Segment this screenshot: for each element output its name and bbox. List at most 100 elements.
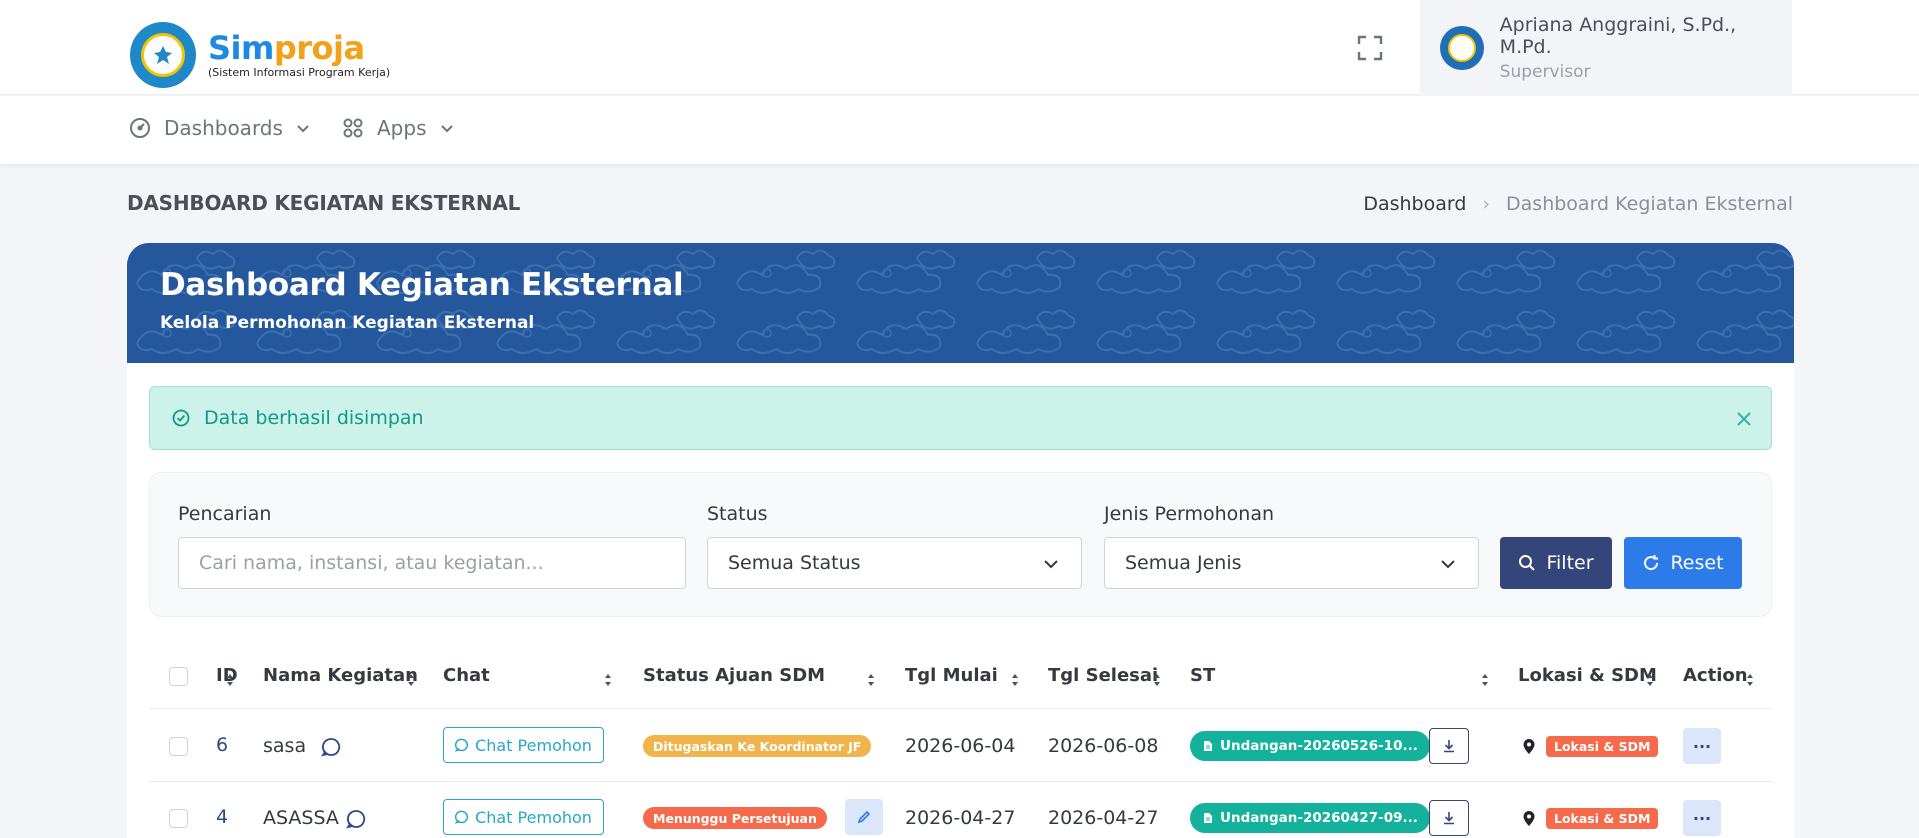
row-tgl-selesai: 2026-04-27 — [1048, 807, 1159, 829]
breadcrumb-separator-icon: › — [1482, 193, 1491, 215]
main-nav: Dashboards Apps — [0, 96, 1919, 164]
st-document-link[interactable]: Undangan-20260526-10... — [1190, 731, 1430, 761]
sort-icon[interactable] — [867, 673, 875, 687]
chevron-down-icon — [440, 125, 453, 133]
jenis-select[interactable]: Semua Jenis — [1104, 537, 1479, 589]
close-icon[interactable] — [1733, 408, 1755, 430]
download-icon — [1444, 740, 1454, 753]
st-document-label: Undangan-20260526-10... — [1220, 738, 1418, 754]
chevron-down-icon — [1441, 560, 1455, 569]
lokasi-sdm-link[interactable]: Lokasi & SDM — [1522, 736, 1659, 757]
filter-button-label: Filter — [1546, 552, 1594, 574]
logo[interactable]: Simproja (Sistem Informasi Program Kerja… — [130, 22, 390, 88]
document-icon — [1204, 813, 1212, 823]
document-icon — [1204, 741, 1212, 751]
chevron-down-icon — [1044, 560, 1058, 569]
filter-panel: Pencarian Cari nama, instansi, atau kegi… — [149, 472, 1772, 617]
jenis-select-value: Semua Jenis — [1125, 552, 1242, 574]
more-actions-button[interactable]: ··· — [1683, 728, 1721, 764]
jenis-label: Jenis Permohonan — [1104, 503, 1275, 525]
download-icon — [1444, 812, 1454, 825]
nav-apps[interactable]: Apps — [341, 116, 455, 140]
col-tgl-mulai[interactable]: Tgl Mulai — [905, 665, 998, 686]
st-document-label: Undangan-20260427-09... — [1220, 810, 1418, 826]
success-alert: Data berhasil disimpan — [149, 386, 1772, 450]
table-header: ID Nama Kegiatan Chat Status Ajuan SDM T… — [149, 643, 1772, 709]
banner-subtitle: Kelola Permohonan Kegiatan Eksternal — [160, 313, 535, 333]
reset-button[interactable]: Reset — [1624, 537, 1742, 589]
row-checkbox[interactable] — [169, 737, 188, 756]
nav-dashboards[interactable]: Dashboards — [128, 116, 311, 140]
breadcrumb-current: Dashboard Kegiatan Eksternal — [1506, 193, 1793, 215]
table-row: 6 sasa Chat Pemohon Ditugaskan Ke Koordi… — [149, 710, 1772, 782]
edit-status-button[interactable] — [845, 799, 883, 835]
row-tgl-selesai: 2026-06-08 — [1048, 735, 1159, 757]
banner: Dashboard Kegiatan Eksternal Kelola Perm… — [127, 243, 1794, 363]
chat-pemohon-label: Chat Pemohon — [475, 735, 592, 755]
lokasi-sdm-badge: Lokasi & SDM — [1546, 736, 1659, 757]
select-all-checkbox[interactable] — [169, 667, 188, 686]
breadcrumb-home[interactable]: Dashboard — [1363, 193, 1466, 215]
pencil-icon — [857, 810, 871, 824]
sort-icon[interactable] — [1011, 673, 1019, 687]
col-action[interactable]: Action — [1683, 665, 1748, 686]
sort-icon[interactable] — [407, 673, 415, 687]
user-role: Supervisor — [1499, 61, 1591, 82]
chat-icon — [455, 810, 469, 824]
download-button[interactable] — [1429, 728, 1469, 764]
alert-message: Data berhasil disimpan — [204, 407, 424, 429]
search-icon — [1519, 555, 1536, 571]
user-menu[interactable]: Apriana Anggraini, S.Pd., M.Pd. Supervis… — [1420, 0, 1792, 95]
logo-seal-icon — [130, 22, 196, 88]
main-card: Dashboard Kegiatan Eksternal Kelola Perm… — [127, 243, 1794, 838]
status-select-value: Semua Status — [728, 552, 861, 574]
st-document-link[interactable]: Undangan-20260427-09... — [1190, 803, 1430, 833]
col-lokasi-sdm[interactable]: Lokasi & SDM — [1518, 665, 1657, 686]
refresh-icon — [1644, 555, 1659, 571]
banner-title: Dashboard Kegiatan Eksternal — [160, 267, 684, 303]
avatar — [1440, 25, 1484, 70]
table-row: 4 ASASSA Chat Pemohon Menunggu Persetuju… — [149, 782, 1772, 838]
search-input[interactable]: Cari nama, instansi, atau kegiatan... — [178, 537, 686, 589]
status-badge: Ditugaskan Ke Koordinator JF — [643, 735, 872, 757]
chat-bubble-icon[interactable] — [345, 808, 367, 830]
col-chat[interactable]: Chat — [443, 665, 490, 686]
lokasi-sdm-link[interactable]: Lokasi & SDM — [1522, 808, 1659, 829]
user-name: Apriana Anggraini, S.Pd., M.Pd. — [1499, 13, 1737, 58]
sort-icon[interactable] — [1153, 673, 1161, 687]
sort-icon[interactable] — [1481, 673, 1489, 687]
reset-button-label: Reset — [1670, 552, 1724, 574]
filter-button[interactable]: Filter — [1500, 537, 1612, 589]
map-pin-icon — [1523, 810, 1535, 826]
col-tgl-selesai[interactable]: Tgl Selesai — [1048, 665, 1158, 686]
cloud-pattern-decoration — [127, 243, 1794, 363]
apps-grid-icon — [343, 118, 363, 138]
brand-subtitle: (Sistem Informasi Program Kerja) — [208, 66, 391, 79]
status-badge: Menunggu Persetujuan — [643, 807, 827, 829]
row-tgl-mulai: 2026-04-27 — [905, 807, 1016, 829]
sort-icon[interactable] — [1646, 673, 1654, 687]
check-circle-icon — [172, 409, 190, 427]
chat-pemohon-button[interactable]: Chat Pemohon — [443, 799, 604, 835]
row-nama: sasa — [263, 735, 307, 757]
page-title: DASHBOARD KEGIATAN EKSTERNAL — [127, 191, 521, 215]
brand-name: Simproja — [208, 29, 365, 67]
chat-bubble-icon[interactable] — [320, 736, 342, 758]
sort-icon[interactable] — [604, 673, 612, 687]
status-select[interactable]: Semua Status — [707, 537, 1082, 589]
chat-pemohon-button[interactable]: Chat Pemohon — [443, 727, 604, 763]
row-id[interactable]: 4 — [216, 806, 228, 828]
row-checkbox[interactable] — [169, 809, 188, 828]
fullscreen-icon[interactable] — [1355, 33, 1385, 63]
map-pin-icon — [1523, 738, 1535, 754]
download-button[interactable] — [1429, 800, 1469, 836]
row-tgl-mulai: 2026-06-04 — [905, 735, 1016, 757]
col-status-ajuan[interactable]: Status Ajuan SDM — [643, 665, 825, 686]
col-st[interactable]: ST — [1190, 665, 1215, 686]
col-nama-kegiatan[interactable]: Nama Kegiatan — [263, 665, 418, 686]
sort-icon[interactable] — [1746, 673, 1754, 687]
more-actions-button[interactable]: ··· — [1683, 800, 1721, 836]
sort-icon[interactable] — [226, 673, 234, 687]
row-id[interactable]: 6 — [216, 734, 228, 756]
top-bar: Simproja (Sistem Informasi Program Kerja… — [0, 0, 1919, 95]
